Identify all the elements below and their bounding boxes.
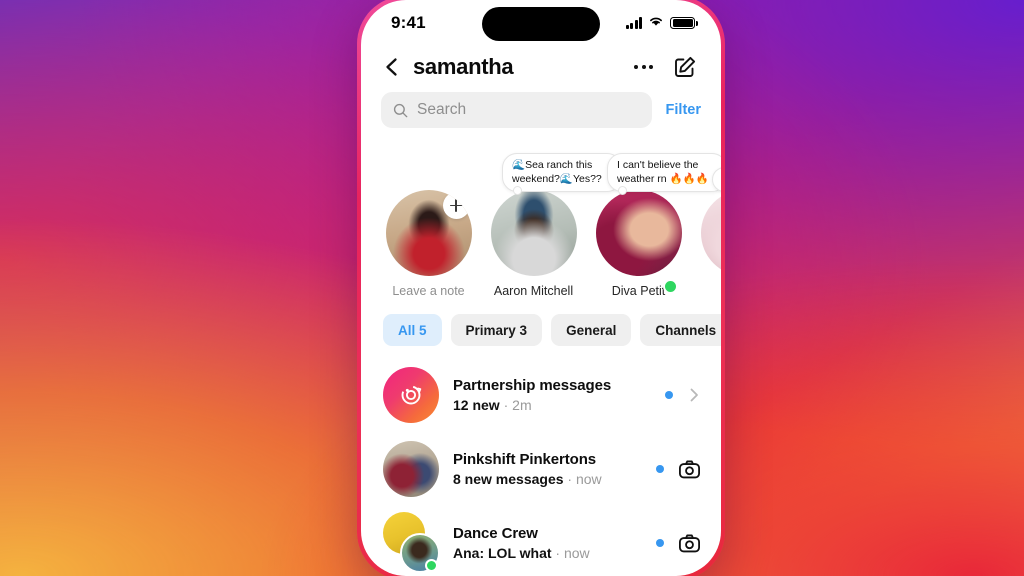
avatar[interactable] — [385, 190, 472, 276]
online-status-dot — [425, 559, 438, 572]
message-preview-text: Ana: LOL what — [453, 545, 552, 561]
message-actions — [656, 532, 701, 555]
status-bar: 9:41 — [361, 0, 721, 46]
message-actions — [656, 458, 701, 481]
message-actions — [665, 388, 701, 402]
wifi-icon — [648, 14, 664, 32]
notes-row[interactable]: Leave a note 🌊Sea ranch this weekend?🌊Ye… — [361, 140, 721, 304]
page-title: samantha — [413, 54, 514, 79]
compose-message-icon[interactable] — [673, 55, 697, 79]
chip-channels[interactable]: Channels — [640, 314, 721, 346]
inbox-filter-chips[interactable]: All 5 Primary 3 General Channels Requ — [361, 304, 721, 358]
note-bubble[interactable]: I can't believe the weather rn 🔥🔥🔥 — [607, 153, 721, 195]
filter-button[interactable]: Filter — [666, 102, 701, 118]
chip-primary[interactable]: Primary 3 — [450, 314, 543, 346]
message-time: now — [575, 471, 602, 487]
message-time: now — [563, 545, 590, 561]
search-row: Search Filter — [361, 90, 721, 140]
avatar[interactable] — [383, 441, 439, 497]
table-row[interactable]: Pinkshift Pinkertons 8 new messages · no… — [383, 432, 721, 506]
note-name: Vi — [698, 284, 721, 298]
status-time: 9:41 — [391, 13, 426, 32]
battery-full-icon — [670, 16, 698, 30]
search-placeholder: Search — [417, 101, 467, 118]
avatar[interactable] — [595, 190, 682, 276]
message-preview: 8 new messages · now — [453, 471, 602, 487]
note-bubble-wrap: 🌊Sea ranch this weekend?🌊Yes?? — [488, 150, 622, 195]
message-preview-text: 12 new — [453, 397, 500, 413]
avatar[interactable] — [490, 190, 577, 276]
search-icon — [393, 103, 408, 118]
partnership-badge-icon — [383, 367, 439, 423]
message-list: Partnership messages 12 new · 2m Pinkshi… — [361, 358, 721, 576]
status-indicators — [625, 14, 698, 32]
phone-frame: 9:41 samantha Search Filter Leave a note… — [357, 0, 725, 576]
avatar-image — [383, 441, 439, 497]
note-bubble[interactable]: 🌊Sea ranch this weekend?🌊Yes?? — [502, 153, 622, 195]
message-time: 2m — [512, 397, 532, 413]
note-name: Aaron Mitchell — [493, 284, 574, 298]
avatar[interactable] — [700, 190, 721, 276]
nav-actions — [634, 55, 697, 79]
chip-general[interactable]: General — [551, 314, 632, 346]
note-item-leave-a-note[interactable]: Leave a note — [383, 150, 474, 298]
avatar[interactable] — [383, 367, 439, 423]
message-preview: Ana: LOL what · now — [453, 545, 590, 561]
unread-indicator-dot — [665, 391, 673, 399]
camera-icon[interactable] — [678, 532, 701, 555]
chevron-right-icon[interactable] — [687, 388, 701, 402]
note-name: Leave a note — [392, 284, 465, 298]
message-text: Dance Crew Ana: LOL what · now — [453, 525, 642, 561]
message-text: Partnership messages 12 new · 2m — [453, 377, 651, 413]
note-item-aaron-mitchell[interactable]: 🌊Sea ranch this weekend?🌊Yes?? Aaron Mit… — [488, 150, 622, 298]
table-row[interactable]: Dance Crew Ana: LOL what · now — [383, 506, 721, 576]
nav-header: samantha — [361, 46, 721, 90]
unread-indicator-dot — [656, 465, 664, 473]
note-item-diva-petit[interactable]: I can't believe the weather rn 🔥🔥🔥 Diva … — [593, 150, 721, 298]
chip-all[interactable]: All 5 — [383, 314, 442, 346]
message-title: Pinkshift Pinkertons — [453, 451, 597, 468]
message-preview-text: 8 new messages — [453, 471, 564, 487]
online-status-dot — [663, 279, 678, 294]
message-text: Pinkshift Pinkertons 8 new messages · no… — [453, 451, 642, 487]
phone-screen: 9:41 samantha Search Filter Leave a note… — [361, 0, 721, 576]
dynamic-island — [482, 7, 600, 41]
message-title: Partnership messages — [453, 377, 612, 394]
message-preview: 12 new · 2m — [453, 397, 532, 413]
add-note-plus-icon[interactable] — [442, 192, 470, 219]
avatar[interactable] — [383, 512, 440, 573]
unread-indicator-dot — [656, 539, 664, 547]
more-options-icon[interactable] — [634, 61, 653, 73]
back-chevron-icon[interactable] — [381, 56, 403, 78]
note-bubble-wrap — [383, 150, 474, 190]
search-input[interactable]: Search — [381, 92, 652, 128]
cellular-signal-icon — [625, 17, 642, 29]
table-row[interactable]: Partnership messages 12 new · 2m — [383, 358, 721, 432]
camera-icon[interactable] — [678, 458, 701, 481]
message-title: Dance Crew — [453, 525, 538, 542]
